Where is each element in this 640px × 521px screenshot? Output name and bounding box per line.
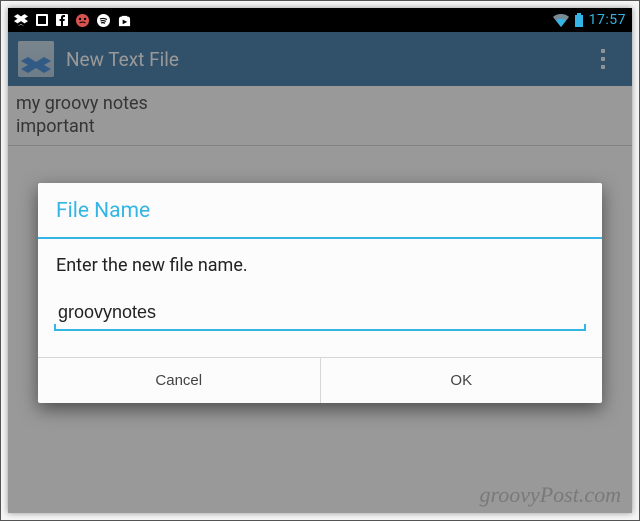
battery-icon <box>575 13 583 27</box>
wifi-icon <box>553 14 569 27</box>
dialog-button-bar: Cancel OK <box>38 357 602 403</box>
device-screen: 17:57 New Text File my groovy notes impo… <box>8 8 632 513</box>
media-icon <box>36 14 48 26</box>
cancel-button[interactable]: Cancel <box>38 358 321 403</box>
store-icon <box>118 14 131 27</box>
dialog-message: Enter the new file name. <box>38 239 602 298</box>
status-clock: 17:57 <box>589 12 626 28</box>
status-bar: 17:57 <box>8 8 632 32</box>
facebook-icon <box>56 14 68 26</box>
spotify-icon <box>97 14 110 27</box>
dropbox-icon <box>14 14 28 27</box>
file-name-input[interactable] <box>54 298 586 331</box>
ok-button[interactable]: OK <box>321 358 603 403</box>
file-name-dialog: File Name Enter the new file name. Cance… <box>38 183 602 403</box>
emoji-icon <box>76 14 89 27</box>
dialog-title: File Name <box>38 183 602 239</box>
screenshot-frame: 17:57 New Text File my groovy notes impo… <box>0 0 640 521</box>
